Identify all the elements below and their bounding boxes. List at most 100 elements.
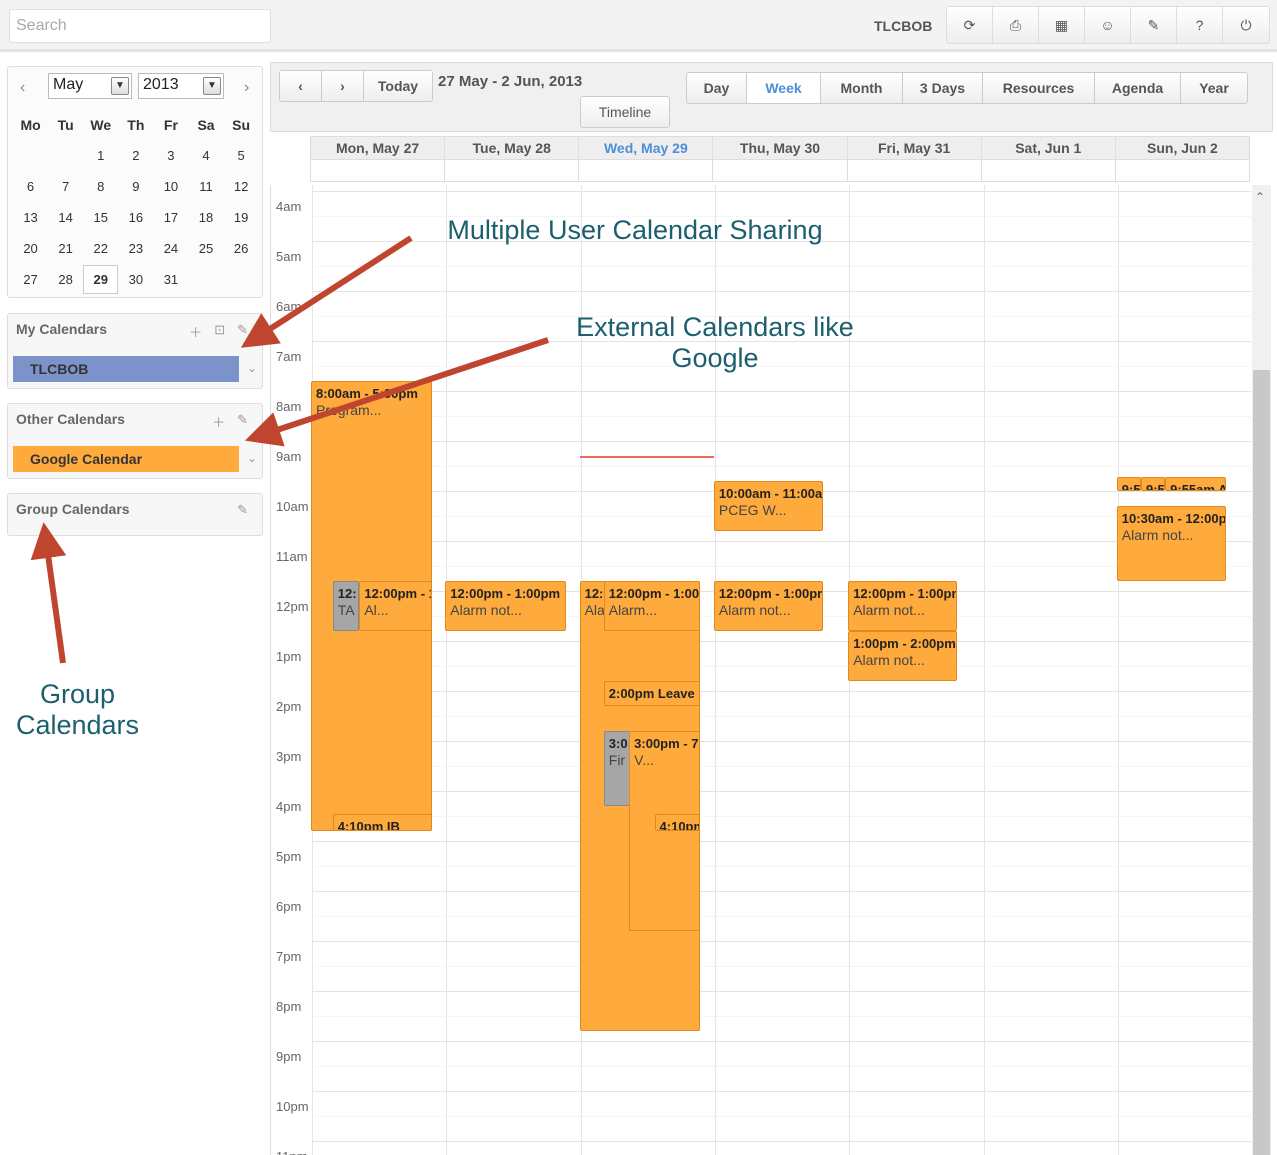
day-cell[interactable]: 23 [118, 241, 153, 256]
all-day-cell[interactable] [848, 160, 982, 181]
day-header[interactable]: Mon, May 27 [311, 137, 446, 159]
day-cell[interactable]: 2 [118, 148, 153, 163]
refresh-button[interactable]: ⟳ [947, 7, 993, 43]
day-header[interactable]: Thu, May 30 [713, 137, 848, 159]
day-cell[interactable]: 15 [83, 210, 118, 225]
day-cell[interactable]: 26 [224, 241, 259, 256]
wrench-icon[interactable]: ✎ [237, 322, 248, 341]
day-cell[interactable]: 19 [224, 210, 259, 225]
view-agenda-button[interactable]: Agenda [1095, 73, 1181, 103]
calendar-event[interactable]: 12:00pm - 1:00pm Alarm not... [848, 581, 957, 631]
day-cell[interactable]: 21 [48, 241, 83, 256]
day-cell[interactable]: 22 [83, 241, 118, 256]
day-header[interactable]: Wed, May 29 [579, 137, 714, 159]
all-day-cell[interactable] [311, 160, 446, 181]
chevron-down-icon[interactable]: ⌄ [247, 361, 257, 375]
view-month-button[interactable]: Month [821, 73, 903, 103]
day-cell[interactable]: 16 [118, 210, 153, 225]
all-day-cell[interactable] [579, 160, 714, 181]
mini-calendar-prev-button[interactable]: ‹ [20, 79, 25, 97]
day-header[interactable]: Fri, May 31 [848, 137, 982, 159]
wrench-icon[interactable]: ✎ [237, 412, 248, 431]
day-cell[interactable]: 11 [188, 179, 223, 194]
day-cell[interactable]: 8 [83, 179, 118, 194]
calendar-event[interactable]: 9:55am Al [1165, 477, 1226, 491]
day-cell[interactable]: 18 [188, 210, 223, 225]
timeline-button[interactable]: Timeline [581, 97, 669, 127]
wrench-icon[interactable]: ✎ [237, 502, 248, 518]
chevron-up-icon[interactable]: ⌃ [1255, 190, 1265, 204]
calendar-event[interactable]: 4:10pm [654, 814, 701, 831]
calendar-event[interactable]: 12:00pm - 1:00pm Alarm not... [713, 581, 823, 631]
day-cell[interactable]: 27 [13, 272, 48, 287]
day-header[interactable]: Tue, May 28 [445, 137, 580, 159]
wrench-button[interactable]: ✎ [1131, 7, 1177, 43]
view-year-button[interactable]: Year [1181, 73, 1247, 103]
view-week-button[interactable]: Week [747, 73, 821, 103]
calendar-event[interactable]: 9:5 [1140, 477, 1166, 491]
view-3-days-button[interactable]: 3 Days [903, 73, 983, 103]
prev-week-button[interactable]: ‹ [280, 71, 322, 101]
day-cell[interactable]: 20 [13, 241, 48, 256]
calendar-event[interactable]: 10:00am - 11:00am PCEG W... [713, 481, 823, 531]
calendar-item-google[interactable]: Google Calendar [13, 446, 239, 472]
user-button[interactable]: ☺ [1085, 7, 1131, 43]
chevron-down-icon[interactable]: ⌄ [247, 451, 257, 465]
day-cell[interactable]: 10 [153, 179, 188, 194]
calendar-event[interactable]: 12:00pm - 1:00pm Alarm not... [445, 581, 567, 631]
day-header[interactable]: Sat, Jun 1 [982, 137, 1116, 159]
print-button[interactable]: ⎙ [993, 7, 1039, 43]
calendar-event[interactable]: 2:00pm Leave [603, 681, 701, 706]
table-button[interactable]: ▦ [1039, 7, 1085, 43]
day-cell[interactable]: 4 [188, 148, 223, 163]
calendar-event[interactable]: 10:30am - 12:00pmAlarm not... [1116, 506, 1226, 581]
day-cell[interactable]: 25 [188, 241, 223, 256]
month-select[interactable]: May ▼ [48, 73, 132, 99]
day-cell[interactable]: 9 [118, 179, 153, 194]
hour-gridline [312, 841, 1251, 842]
day-header[interactable]: Sun, Jun 2 [1116, 137, 1249, 159]
day-cell[interactable]: 30 [118, 272, 153, 287]
calendar-event[interactable]: 3:0 Fir [603, 731, 631, 806]
week-row: 6 7 8 9 10 11 12 [13, 171, 259, 202]
day-cell[interactable]: 28 [48, 272, 83, 287]
mini-calendar-next-button[interactable]: › [244, 79, 249, 97]
day-cell[interactable]: 6 [13, 179, 48, 194]
view-resources-button[interactable]: Resources [983, 73, 1095, 103]
day-cell[interactable]: 31 [153, 272, 188, 287]
calendar-icon[interactable]: ⊡ [214, 322, 225, 341]
day-cell[interactable]: 29 [83, 265, 119, 294]
add-icon[interactable]: ＋ [189, 322, 202, 341]
calendar-event[interactable]: 1:00pm - 2:00pm Alarm not... [848, 631, 957, 681]
day-cell[interactable]: 12 [224, 179, 259, 194]
weekday-label: We [90, 116, 112, 133]
year-select[interactable]: 2013 ▼ [138, 73, 224, 99]
help-button[interactable]: ? [1177, 7, 1223, 43]
day-cell[interactable]: 5 [224, 148, 259, 163]
add-icon[interactable]: ＋ [212, 412, 225, 431]
all-day-cell[interactable] [982, 160, 1116, 181]
day-cell[interactable]: 17 [153, 210, 188, 225]
today-button[interactable]: Today [364, 71, 432, 101]
day-cell[interactable]: 7 [48, 179, 83, 194]
next-week-button[interactable]: › [322, 71, 364, 101]
calendar-event[interactable]: 12:00pm - 1:00pmAl... [359, 581, 432, 631]
day-cell[interactable]: 14 [48, 210, 83, 225]
day-cell[interactable]: 24 [153, 241, 188, 256]
day-cell[interactable]: 13 [13, 210, 48, 225]
all-day-cell[interactable] [445, 160, 580, 181]
calendar-event[interactable]: 3:00pm - 7 V... [629, 731, 701, 931]
day-cell[interactable]: 3 [153, 148, 188, 163]
scrollbar-thumb[interactable] [1253, 370, 1270, 1155]
day-cell[interactable]: 1 [83, 148, 118, 163]
calendar-event[interactable]: 12: TA [332, 581, 360, 631]
view-day-button[interactable]: Day [687, 73, 747, 103]
calendar-event[interactable]: 4:10pm IB [332, 814, 432, 831]
calendar-event[interactable]: 9:5 [1116, 477, 1141, 491]
calendar-item-tlcbob[interactable]: TLCBOB [13, 356, 239, 382]
calendar-event[interactable]: 12:00pm - 1:00pmAlarm... [603, 581, 701, 631]
all-day-cell[interactable] [713, 160, 848, 181]
search-input[interactable] [9, 9, 271, 43]
power-button[interactable]: ⏻ [1223, 7, 1269, 43]
all-day-cell[interactable] [1116, 160, 1249, 181]
